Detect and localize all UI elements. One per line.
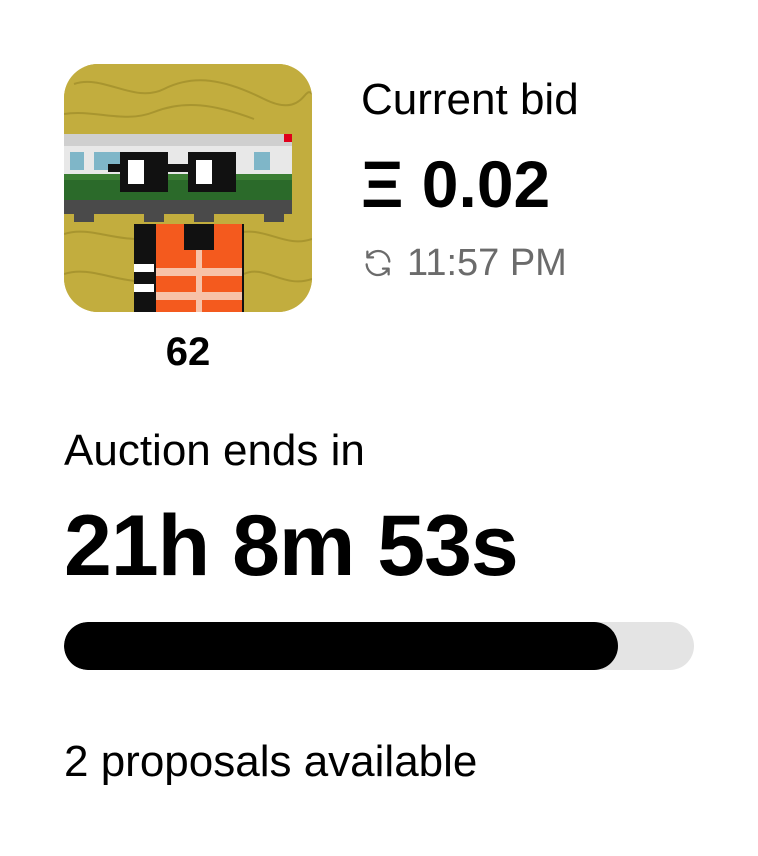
- auction-countdown: 21h 8m 53s: [64, 498, 519, 594]
- proposals-available-link[interactable]: 2 proposals available: [64, 734, 477, 790]
- current-bid-value: Ξ 0.02: [361, 147, 551, 221]
- bid-time[interactable]: 11:57 PM: [361, 240, 567, 286]
- auction-progress-fill: [64, 622, 619, 670]
- auction-progress-bar: [64, 622, 694, 670]
- auction-ends-label: Auction ends in: [64, 426, 365, 475]
- refresh-icon: [361, 246, 395, 280]
- token-id: 62: [165, 330, 211, 374]
- current-bid-label: Current bid: [361, 75, 579, 124]
- nft-image[interactable]: [64, 64, 312, 312]
- auction-card: 62 Current bid Ξ 0.02 11:57 PM Auction e…: [0, 0, 758, 856]
- bid-time-text: 11:57 PM: [407, 241, 567, 284]
- pixel-art-train: [64, 64, 312, 312]
